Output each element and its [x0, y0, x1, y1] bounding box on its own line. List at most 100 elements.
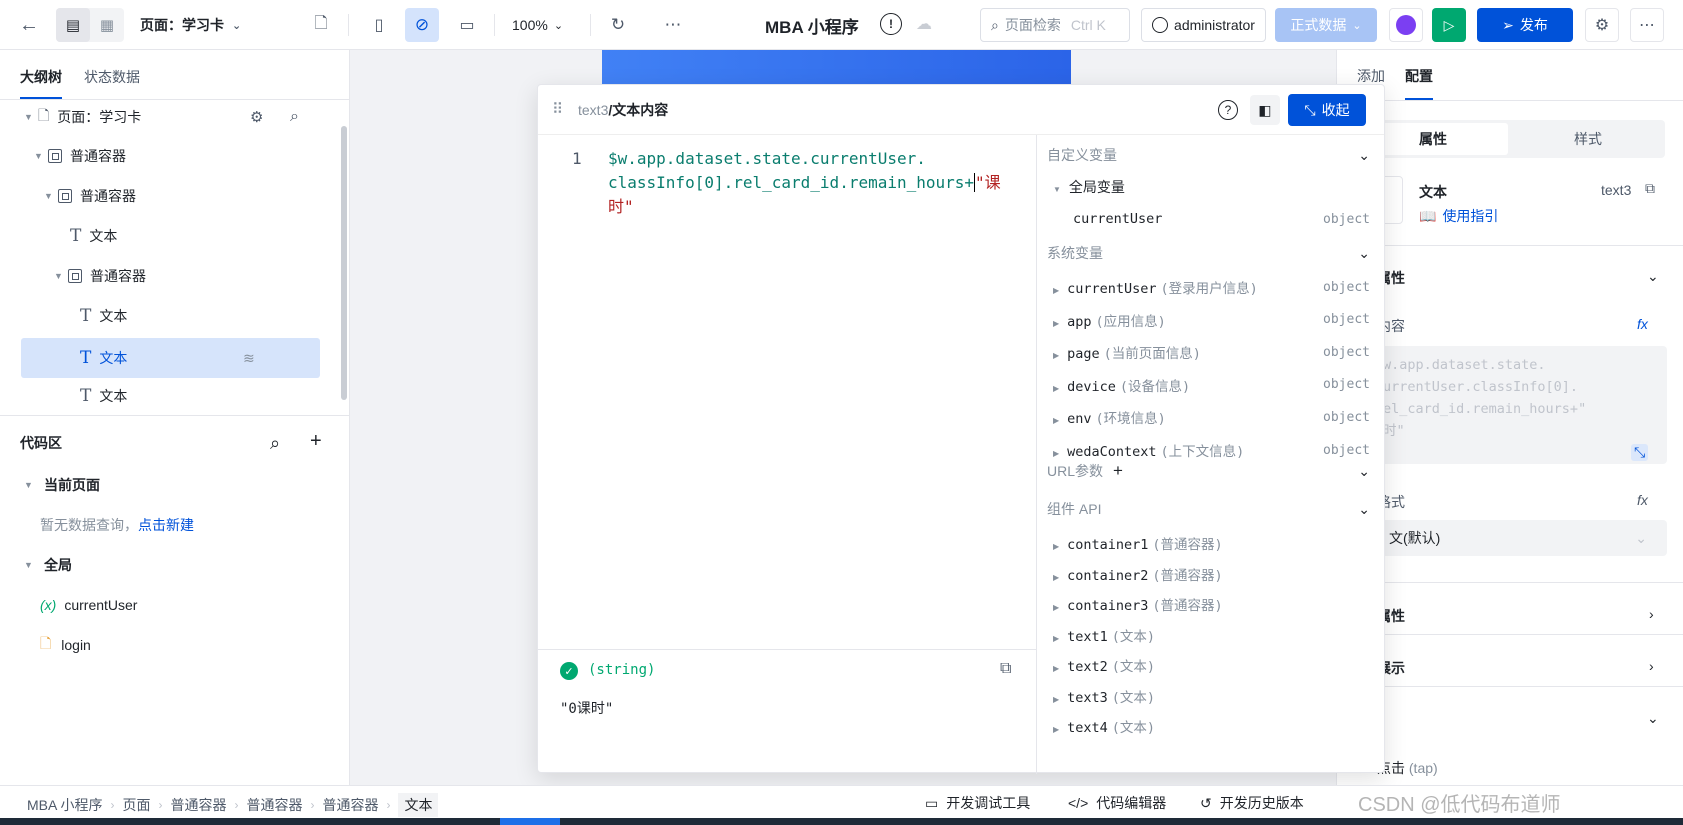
component-api-item[interactable]: ▶ container1 (普通容器)	[1053, 529, 1370, 557]
debug-icon: ▭	[925, 794, 939, 811]
publish-button[interactable]: ➢ 发布	[1477, 8, 1573, 42]
event-tap[interactable]: 点击 (tap)	[1377, 758, 1438, 778]
create-query-link[interactable]: 点击新建	[138, 515, 194, 535]
debug-tools-button[interactable]: ▭ 开发调试工具	[925, 793, 1030, 813]
outline-view-icon[interactable]: ▤	[56, 8, 90, 42]
global-vars-group[interactable]: ▼ 全局变量	[1053, 173, 1370, 201]
miniprogram-view-icon[interactable]: ⊘	[405, 8, 439, 42]
tree-root-page[interactable]: ▼ 🗋 页面：学习卡 ⚙ ⌕	[24, 100, 324, 134]
expression-fx-icon[interactable]: fx	[1637, 316, 1648, 332]
chevron-right-icon[interactable]: ›	[1649, 658, 1654, 674]
pc-view-icon[interactable]: ▭	[452, 10, 482, 40]
taskbar-strip	[0, 818, 1683, 825]
tab-config[interactable]: 配置	[1405, 66, 1433, 100]
subtab-style[interactable]: 样式	[1513, 123, 1663, 155]
page-search-input[interactable]: ⌕ 页面检索 Ctrl K	[980, 8, 1130, 42]
back-icon[interactable]: ←	[14, 10, 44, 40]
user-menu[interactable]: administrator	[1141, 8, 1266, 42]
tab-state-data[interactable]: 状态数据	[84, 67, 140, 99]
code-editor[interactable]: 1 $w.app.dataset.state.currentUser. clas…	[538, 135, 1036, 649]
global-item-login[interactable]: 🗋 login	[40, 628, 91, 662]
more-menu-icon[interactable]: ⋯	[1630, 8, 1664, 42]
format-select[interactable]: 文(默认) ⌄	[1377, 520, 1667, 556]
tree-item-container[interactable]: ▼ 普通容器	[44, 179, 136, 213]
tree-item-text[interactable]: T 文本	[80, 299, 127, 333]
collapse-label: 收起	[1321, 102, 1350, 118]
system-var-item[interactable]: ▶ currentUser (登录用户信息) object	[1053, 273, 1370, 301]
tree-item-container[interactable]: ▼ 普通容器	[54, 259, 146, 293]
component-api-item[interactable]: ▶ text2 (文本)	[1053, 651, 1370, 679]
usage-guide-link[interactable]: 📖 使用指引	[1419, 206, 1498, 226]
breadcrumb-item[interactable]: 普通容器	[246, 795, 302, 815]
run-preview-button[interactable]: ▷	[1432, 8, 1466, 42]
component-api-item[interactable]: ▶ text3 (文本)	[1053, 682, 1370, 710]
system-var-item[interactable]: ▶ page (当前页面信息) object	[1053, 338, 1370, 366]
var-name: text3	[1067, 689, 1108, 706]
refresh-icon[interactable]: ↻	[603, 10, 633, 40]
history-button[interactable]: ↺ 开发历史版本	[1200, 793, 1304, 813]
tree-item-text[interactable]: T 文本	[70, 219, 117, 253]
add-icon[interactable]: +	[310, 430, 322, 453]
layout-view-icon[interactable]: ▦	[90, 8, 124, 42]
component-api-item[interactable]: ▶ text4 (文本)	[1053, 712, 1370, 740]
caret-down-icon: ▼	[44, 191, 53, 201]
var-item[interactable]: currentUser object	[1073, 205, 1370, 233]
collapse-button[interactable]: ⤡ 收起	[1288, 94, 1366, 126]
tree-scrollbar[interactable]	[341, 126, 347, 400]
tab-outline-tree[interactable]: 大纲树	[20, 67, 62, 99]
tree-item-container[interactable]: ▼ 普通容器	[34, 139, 126, 173]
add-page-icon[interactable]: 🗋	[306, 10, 336, 40]
component-api-item[interactable]: ▶ text1 (文本)	[1053, 621, 1370, 649]
page-selector[interactable]: 页面：学习卡 ⌄	[140, 12, 241, 38]
search-icon[interactable]: ⌕	[270, 433, 280, 454]
system-var-item[interactable]: ▶ device (设备信息) object	[1053, 371, 1370, 399]
breadcrumb-item[interactable]: 普通容器	[170, 795, 226, 815]
tree-item-label: 普通容器	[80, 188, 136, 204]
component-api-header[interactable]: 组件 API ⌄	[1047, 495, 1370, 523]
expand-icon[interactable]: ⤡	[1631, 444, 1649, 461]
copy-icon[interactable]: ⧉	[1645, 180, 1655, 197]
toggle-panel-icon[interactable]: ◧	[1250, 95, 1280, 125]
code-editor-button[interactable]: </> 代码编辑器	[1068, 793, 1166, 813]
component-api-item[interactable]: ▶ container2 (普通容器)	[1053, 560, 1370, 588]
var-type: object	[1323, 312, 1370, 328]
zoom-selector[interactable]: 100% ⌄	[512, 12, 563, 38]
format-fx-icon[interactable]: fx	[1637, 492, 1648, 508]
settings-icon[interactable]: ⚙	[1585, 8, 1619, 42]
global-item-label: login	[61, 637, 91, 653]
mobile-view-icon[interactable]: ▯	[364, 10, 394, 40]
breadcrumb-item[interactable]: MBA 小程序	[27, 795, 102, 815]
drag-handle-icon[interactable]: ⠿	[552, 100, 563, 118]
info-icon[interactable]: !	[880, 13, 902, 35]
component-api-item[interactable]: ▶ container3 (普通容器)	[1053, 590, 1370, 618]
chevron-right-icon[interactable]: ›	[1649, 606, 1654, 622]
tree-item-text-selected[interactable]: T 文本 ≋	[21, 338, 320, 378]
breadcrumb-item[interactable]: 页面	[122, 795, 150, 815]
assistant-icon[interactable]	[1389, 8, 1423, 42]
breadcrumb-item[interactable]: 普通容器	[322, 795, 378, 815]
more-icon[interactable]: ⋯	[658, 10, 688, 40]
search-icon[interactable]: ⌕	[290, 108, 299, 126]
copy-icon[interactable]: ⧉	[1000, 660, 1011, 678]
env-data-selector[interactable]: 正式数据 ⌄	[1275, 8, 1377, 42]
chevron-down-icon[interactable]: ⌄	[1647, 710, 1659, 727]
var-desc: (登录用户信息)	[1160, 281, 1258, 297]
tree-item-text[interactable]: T 文本	[80, 379, 127, 413]
current-page-group[interactable]: ▼ 当前页面	[24, 468, 100, 502]
global-group[interactable]: ▼ 全局	[24, 548, 72, 582]
help-icon[interactable]: ?	[1218, 100, 1238, 120]
settings-icon[interactable]: ⚙	[250, 108, 263, 126]
system-var-item[interactable]: ▶ env (环境信息) object	[1053, 403, 1370, 431]
tab-add[interactable]: 添加	[1357, 66, 1385, 86]
global-item-currentuser[interactable]: (x) currentUser	[40, 588, 137, 622]
content-expression-preview[interactable]: w.app.dataset.state. urrentUser.classInf…	[1377, 346, 1667, 464]
add-icon[interactable]: +	[1113, 461, 1123, 480]
system-var-item[interactable]: ▶ app (应用信息) object	[1053, 306, 1370, 334]
breadcrumb-item[interactable]: 文本	[398, 793, 439, 817]
var-desc: (普通容器)	[1152, 537, 1223, 553]
url-params-header[interactable]: URL参数 + ⌄	[1047, 457, 1370, 485]
custom-vars-header[interactable]: 自定义变量 ⌄	[1047, 141, 1370, 169]
system-vars-header[interactable]: 系统变量 ⌄	[1047, 239, 1370, 267]
chevron-down-icon[interactable]: ⌄	[1647, 268, 1659, 285]
code-editor-label: 代码编辑器	[1096, 795, 1167, 811]
